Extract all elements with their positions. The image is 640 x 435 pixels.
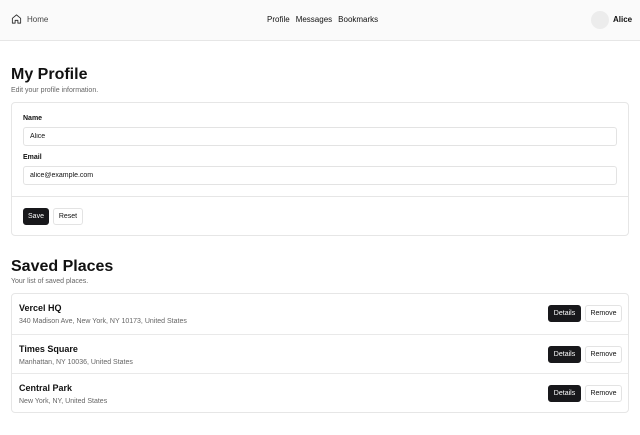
place-address: 340 Madison Ave, New York, NY 10173, Uni… — [19, 318, 187, 325]
places-title: Saved Places — [11, 258, 114, 275]
name-field[interactable] — [23, 127, 617, 146]
name-label: Name — [23, 115, 43, 122]
home-link[interactable]: Home — [11, 13, 48, 25]
details-button[interactable]: Details — [548, 385, 581, 402]
top-nav-bar: Home Profile Messages Bookmarks Alice — [0, 0, 640, 41]
avatar[interactable] — [591, 11, 609, 29]
main-nav: Profile Messages Bookmarks — [267, 15, 378, 24]
profile-subtitle: Edit your profile information. — [11, 87, 99, 94]
email-label: Email — [23, 154, 42, 161]
nav-profile[interactable]: Profile — [267, 15, 290, 24]
profile-title: My Profile — [11, 66, 88, 83]
place-name: Central Park — [19, 383, 73, 393]
list-item: Central Park New York, NY, United States… — [12, 373, 628, 412]
profile-card: Name Email Save Reset — [11, 102, 629, 236]
email-field[interactable] — [23, 166, 617, 185]
details-button[interactable]: Details — [548, 346, 581, 363]
remove-button[interactable]: Remove — [585, 385, 622, 402]
reset-button[interactable]: Reset — [53, 208, 83, 225]
user-name[interactable]: Alice — [613, 15, 632, 24]
remove-button[interactable]: Remove — [585, 305, 622, 322]
list-item: Times Square Manhattan, NY 10036, United… — [12, 334, 628, 373]
nav-bookmarks[interactable]: Bookmarks — [338, 15, 378, 24]
place-name: Times Square — [19, 344, 78, 354]
save-button[interactable]: Save — [23, 208, 49, 225]
home-label: Home — [27, 14, 49, 24]
remove-button[interactable]: Remove — [585, 346, 622, 363]
places-list: Vercel HQ 340 Madison Ave, New York, NY … — [11, 293, 629, 413]
place-address: New York, NY, United States — [19, 398, 108, 405]
details-button[interactable]: Details — [548, 305, 581, 322]
home-icon — [11, 14, 22, 24]
place-name: Vercel HQ — [19, 303, 62, 313]
places-subtitle: Your list of saved places. — [11, 278, 89, 285]
list-item: Vercel HQ 340 Madison Ave, New York, NY … — [12, 294, 628, 333]
nav-messages[interactable]: Messages — [296, 15, 332, 24]
place-address: Manhattan, NY 10036, United States — [19, 359, 133, 366]
card-divider — [12, 196, 628, 197]
